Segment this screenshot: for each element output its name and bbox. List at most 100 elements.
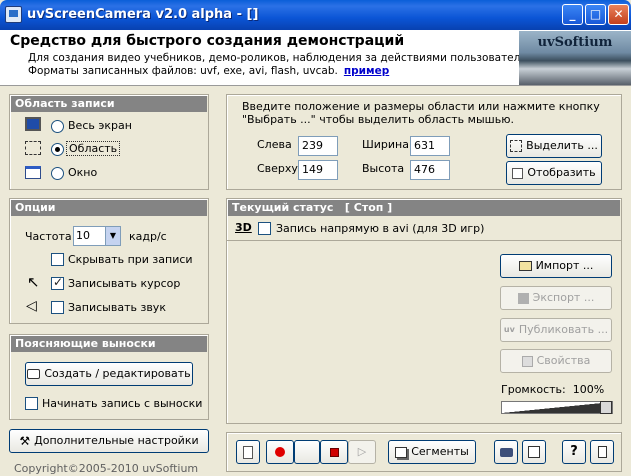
fps-value: 10 [76,229,90,242]
stop-button[interactable] [320,440,348,464]
monitor-icon [25,117,41,131]
extra-settings-label: Дополнительные настройки [34,434,199,447]
window-icon [25,166,41,179]
example-link[interactable]: пример [344,65,389,77]
edit-callouts-label: Создать / редактировать [44,367,191,380]
properties-icon [521,355,533,367]
record-button[interactable] [266,440,294,464]
new-file-button[interactable] [236,440,260,464]
maximize-button[interactable]: □ [585,4,606,25]
extra-settings-button[interactable]: ⚒ Дополнительные настройки [9,429,209,453]
fps-select[interactable]: 10 ▼ [73,226,121,246]
status-state: [ Стоп ] [344,201,393,214]
folder-open-icon [518,261,532,271]
volume-slider[interactable] [501,401,613,414]
select-region-icon [510,140,523,152]
exit-icon [597,446,607,458]
top-label: Сверху [257,162,298,175]
show-region-label: Отобразить [527,166,596,179]
fps-label: Частота [25,230,72,243]
cursor-label[interactable]: Записывать курсор [68,277,180,290]
radio-region-label[interactable]: Область [66,141,121,156]
show-checkbox-icon [512,167,524,179]
callout-icon [27,369,41,379]
exit-button[interactable] [590,440,614,464]
minimize-button[interactable]: _ [562,4,583,25]
hide-label[interactable]: Скрывать при записи [68,253,193,266]
volume-value: 100% [572,383,605,396]
status-divider [227,240,621,241]
volume-label: Громкость: 100% [501,383,604,396]
help-button[interactable]: ? [562,440,586,464]
brand-logo: uvSoftium [519,31,631,85]
stop-icon [329,447,339,457]
segments-label: Сегменты [411,445,469,458]
volume-text: Громкость: [501,383,566,396]
hide-checkbox[interactable] [51,253,64,266]
sound-checkbox[interactable] [51,301,64,314]
speaker-icon: ◁ [26,298,37,314]
height-input[interactable]: 476 [410,160,450,180]
publish-button[interactable]: uv Публиковать ... [500,318,612,342]
snapshot-button[interactable] [494,440,518,464]
height-label: Высота [362,162,405,175]
cursor-checkbox[interactable] [51,275,64,290]
radio-full-screen-label[interactable]: Весь экран [68,119,132,132]
app-icon[interactable] [5,6,22,23]
play-icon: ▷ [357,445,367,458]
edit-callouts-button[interactable]: Создать / редактировать [25,362,193,386]
cursor-icon: ↖ [27,273,40,291]
import-button[interactable]: Импорт ... [500,254,612,278]
properties-label: Свойства [536,354,591,367]
radio-window[interactable] [51,167,64,180]
export-label: Экспорт ... [532,291,595,304]
select-region-label: Выделить ... [526,139,598,152]
properties-button[interactable]: Свойства [500,349,612,373]
pause-button[interactable] [294,440,320,464]
import-label: Импорт ... [535,259,594,272]
zoom-button[interactable] [522,440,546,464]
width-input[interactable]: 631 [410,136,450,156]
sound-label[interactable]: Записывать звук [68,301,166,314]
status-title: Текущий статус [232,201,334,214]
publish-label: Публиковать ... [518,323,609,336]
publish-icon: uv [503,325,515,334]
avi-checkbox[interactable] [258,222,271,235]
export-button[interactable]: Экспорт ... [500,286,612,310]
volume-thumb[interactable] [600,401,612,414]
radio-region[interactable] [51,143,64,156]
fps-unit: кадр/с [129,230,167,243]
segments-icon [395,446,408,458]
region-hint-line1: Введите положение и размеры области или … [242,100,600,113]
region-hint-line2: "Выбрать ..." чтобы выделить область мыш… [242,113,514,126]
window-title: uvScreenCamera v2.0 alpha - [] [27,7,259,22]
start-callout-checkbox[interactable] [25,397,38,410]
show-region-button[interactable]: Отобразить [506,161,602,185]
3d-badge: 3D [235,221,252,234]
select-region-button[interactable]: Выделить ... [506,134,602,158]
start-callout-label[interactable]: Начинать запись с выноски [42,397,202,410]
close-button[interactable]: ✕ [608,4,629,25]
play-button[interactable]: ▷ [348,440,376,464]
hammer-icon: ⚒ [19,434,31,448]
record-area-title: Область записи [11,96,207,112]
segments-button[interactable]: Сегменты [388,440,476,464]
status-header: Текущий статус [ Стоп ] [228,200,620,216]
left-label: Слева [257,138,292,151]
record-icon [275,447,285,457]
new-file-icon [243,445,253,459]
left-input[interactable]: 239 [298,136,338,156]
radio-window-label[interactable]: Окно [68,166,97,179]
chevron-down-icon[interactable]: ▼ [105,227,120,245]
region-icon [25,141,41,155]
camera-icon [499,447,513,457]
top-input[interactable]: 149 [298,160,338,180]
radio-full-screen[interactable] [51,120,64,133]
avi-label[interactable]: Запись напрямую в avi (для 3D игр) [276,222,484,235]
formats-text: Форматы записанных файлов: uvf, exe, avi… [28,65,338,77]
options-title: Опции [11,200,207,216]
floppy-disk-icon [517,292,529,304]
copyright: Copyright©2005-2010 uvSoftium [14,462,199,475]
header-description: Для создания видео учебников, демо-ролик… [28,52,527,64]
width-label: Ширина [362,138,409,151]
